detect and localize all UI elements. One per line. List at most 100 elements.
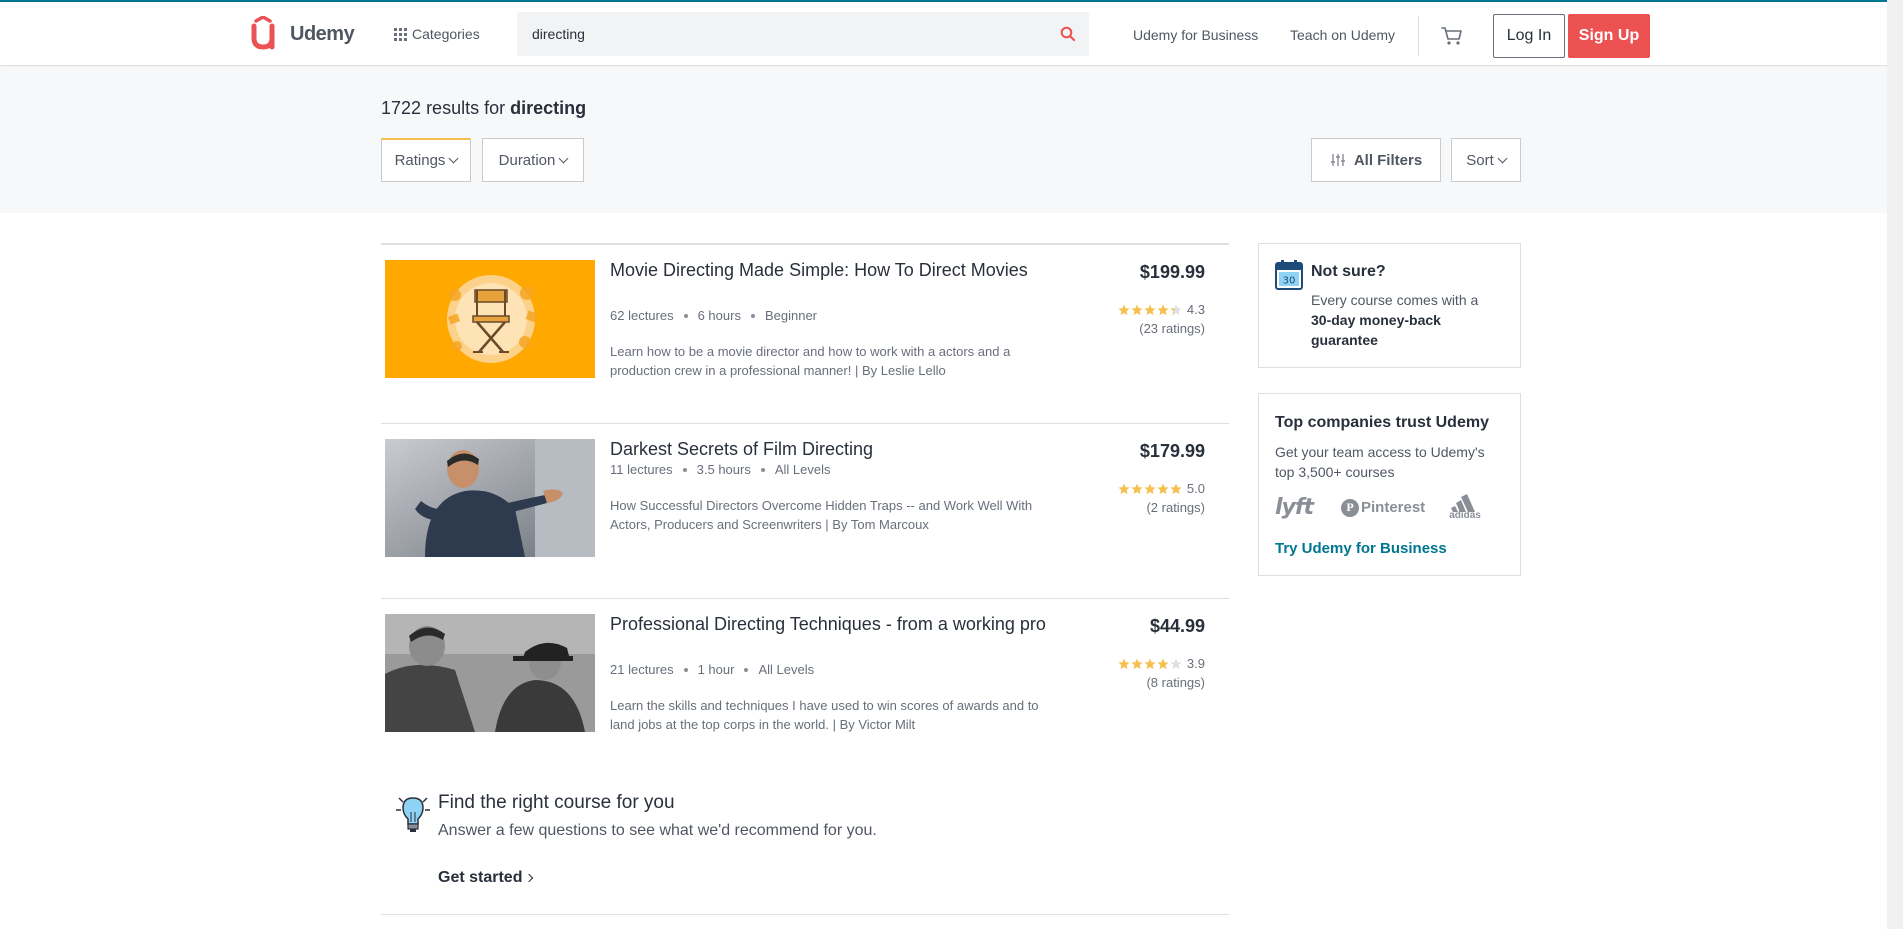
star-icon: [1144, 658, 1156, 670]
search-button[interactable]: [1055, 22, 1081, 46]
ratings-count: (2 ratings): [1146, 500, 1205, 515]
course-thumbnail[interactable]: [385, 614, 595, 732]
company-logos: lyft P Pinterest adidas: [1275, 494, 1481, 521]
star-icon: [1131, 658, 1143, 670]
star-icon: [1144, 483, 1156, 495]
udemy-logo-icon: [251, 16, 275, 50]
rating-value: 3.9: [1186, 656, 1205, 671]
chevron-down-icon: [558, 153, 569, 163]
bottom-divider: [381, 914, 1229, 915]
rating-value: 4.3: [1186, 302, 1205, 317]
calendar-number: 30: [1283, 276, 1296, 287]
course-meta: 21 lectures 1 hour All Levels: [610, 662, 814, 677]
all-filters-button[interactable]: All Filters: [1311, 138, 1441, 182]
course-level: All Levels: [774, 462, 831, 477]
results-bar: 1722 results for directing Ratings Durat…: [0, 67, 1903, 213]
find-course-title: Find the right course for you: [438, 792, 675, 813]
film-set-photo-image: [385, 614, 595, 732]
search-input[interactable]: [517, 12, 1037, 56]
duration-filter-button[interactable]: Duration: [482, 138, 584, 182]
course-price: $179.99: [1139, 441, 1205, 461]
money-back-text: Every course comes with a 30-day money-b…: [1311, 290, 1506, 350]
course-rating: 5.0: [1118, 481, 1205, 496]
course-duration: 1 hour: [697, 662, 735, 677]
sort-label: Sort: [1466, 151, 1494, 169]
star-icon: [1118, 483, 1130, 495]
get-started-label: Get started: [438, 869, 523, 886]
results-count: 1722 results for directing: [381, 98, 586, 119]
try-business-link[interactable]: Try Udemy for Business: [1275, 540, 1447, 557]
search-bar: [517, 12, 1089, 56]
ratings-count: (23 ratings): [1139, 321, 1205, 336]
results-for-label: results for: [426, 98, 506, 118]
course-duration: 6 hours: [697, 308, 741, 323]
rating-stars: [1118, 658, 1183, 670]
adidas-logo: adidas: [1449, 494, 1481, 521]
cart-button[interactable]: [1440, 24, 1464, 48]
udemy-for-business-link[interactable]: Udemy for Business: [1133, 27, 1258, 43]
sort-button[interactable]: Sort: [1451, 138, 1521, 182]
star-icon: [1144, 304, 1156, 316]
rating-value: 5.0: [1186, 481, 1205, 496]
star-icon: [1170, 483, 1182, 495]
course-card[interactable]: Movie Directing Made Simple: How To Dire…: [381, 245, 1229, 423]
course-card[interactable]: Professional Directing Techniques - from…: [381, 599, 1229, 759]
pinterest-logo: P Pinterest: [1340, 498, 1425, 517]
adidas-logo-text: adidas: [1449, 510, 1481, 521]
categories-label: Categories: [412, 26, 480, 42]
search-icon: [1060, 26, 1076, 42]
star-icon: [1157, 304, 1169, 316]
course-thumbnail[interactable]: [385, 439, 595, 557]
grid-icon: [394, 27, 407, 41]
star-icon: [1157, 658, 1169, 670]
course-card[interactable]: Darkest Secrets of Film Directing 11 lec…: [381, 424, 1229, 599]
duration-filter-label: Duration: [498, 151, 556, 169]
star-icon: [1131, 483, 1143, 495]
course-rating: 3.9: [1118, 656, 1205, 671]
header-divider: [1418, 16, 1419, 56]
chevron-right-icon: [525, 873, 534, 883]
signup-button[interactable]: Sign Up: [1568, 14, 1650, 58]
login-button[interactable]: Log In: [1493, 14, 1565, 58]
money-back-guarantee: 30-day money-back guarantee: [1311, 312, 1441, 348]
course-title[interactable]: Movie Directing Made Simple: How To Dire…: [610, 258, 1050, 283]
star-icon: [1157, 483, 1169, 495]
rating-stars: [1118, 304, 1183, 316]
categories-menu[interactable]: Categories: [394, 26, 480, 42]
companies-text: Get your team access to Udemy's top 3,50…: [1275, 444, 1485, 480]
dot-separator: [750, 313, 755, 318]
not-sure-title: Not sure?: [1311, 263, 1386, 280]
header: Udemy Categories Udemy for Business Teac…: [0, 2, 1903, 66]
ratings-filter-button[interactable]: Ratings: [381, 138, 471, 182]
course-description: How Successful Directors Overcome Hidden…: [610, 498, 1033, 532]
star-icon: [1131, 304, 1143, 316]
star-icon: [1118, 658, 1130, 670]
money-back-line: Every course comes with a: [1311, 292, 1479, 308]
chevron-down-icon: [448, 153, 459, 164]
course-level: All Levels: [758, 662, 815, 677]
money-back-card: 30 Not sure? Every course comes with a 3…: [1258, 243, 1521, 368]
lecture-count: 21 lectures: [610, 662, 674, 677]
cart-icon: [1441, 27, 1462, 45]
rating-stars: [1118, 483, 1183, 495]
find-course-subtitle: Answer a few questions to see what we'd …: [438, 822, 877, 839]
companies-card: Top companies trust Udemy Get your team …: [1258, 393, 1521, 576]
course-meta: 62 lectures 6 hours Beginner: [610, 308, 817, 323]
logo-text: Udemy: [290, 22, 355, 45]
filter-sliders-icon: [1330, 154, 1345, 166]
course-thumbnail[interactable]: [385, 260, 595, 378]
get-started-link[interactable]: Get started: [438, 869, 534, 887]
lecture-count: 62 lectures: [610, 308, 674, 323]
udemy-logo[interactable]: Udemy: [250, 16, 355, 52]
dot-separator: [760, 467, 765, 472]
director-chair-illustration: [385, 260, 595, 378]
course-title[interactable]: Darkest Secrets of Film Directing: [610, 437, 1050, 462]
star-icon: [1170, 304, 1182, 316]
pinterest-icon: P: [1340, 498, 1359, 517]
star-icon: [1170, 658, 1182, 670]
teach-on-udemy-link[interactable]: Teach on Udemy: [1290, 27, 1395, 43]
all-filters-label: All Filters: [1353, 151, 1423, 169]
scrollbar-track[interactable]: [1887, 0, 1903, 929]
star-icon: [1118, 304, 1130, 316]
course-title[interactable]: Professional Directing Techniques - from…: [610, 612, 1050, 637]
